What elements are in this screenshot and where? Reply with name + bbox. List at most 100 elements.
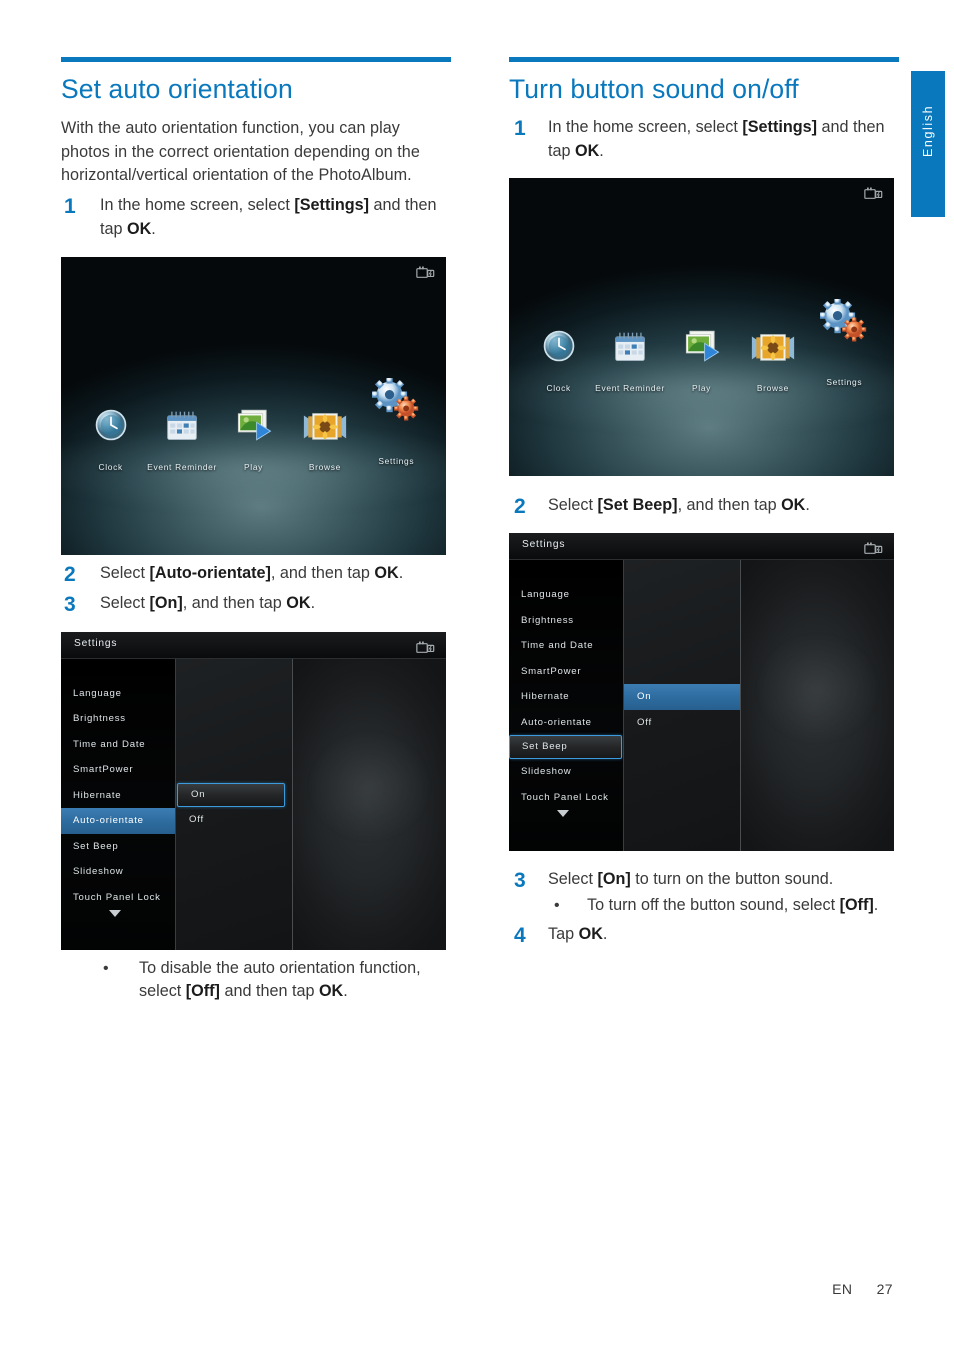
- play-photos-icon: [218, 398, 289, 442]
- step-text: In the home screen, select [Settings] an…: [548, 118, 885, 160]
- home-app-settings[interactable]: Settings: [361, 370, 432, 466]
- option-on[interactable]: On: [177, 782, 285, 807]
- home-app-label: Settings: [378, 456, 415, 467]
- menu-titlebar: [61, 631, 446, 659]
- settings-preview-pane-left: [293, 658, 446, 950]
- menu-item-hibernate[interactable]: Hibernate: [61, 783, 175, 809]
- menu-item-hibernate[interactable]: Hibernate: [509, 684, 623, 710]
- menu-item-smartpower[interactable]: SmartPower: [509, 659, 623, 685]
- gears-icon: [809, 291, 880, 347]
- step-number: 3: [514, 869, 526, 893]
- home-screen-screenshot-right: Clock Event Reminder Play Browse Setting…: [509, 178, 894, 477]
- home-app-label: Browse: [308, 462, 341, 473]
- step-number: 3: [64, 593, 76, 617]
- menu-title: Settings: [522, 539, 566, 551]
- menu-item-brightness[interactable]: Brightness: [61, 706, 175, 732]
- home-app-clock[interactable]: Clock: [523, 319, 594, 393]
- option-off[interactable]: Off: [176, 807, 292, 833]
- menu-item-language[interactable]: Language: [509, 582, 623, 608]
- menu-item-time-and-date[interactable]: Time and Date: [61, 732, 175, 758]
- step-number: 1: [64, 195, 76, 219]
- chevron-down-icon[interactable]: [557, 810, 569, 818]
- home-app-label: Event Reminder: [595, 383, 666, 394]
- home-app-browse[interactable]: Browse: [289, 398, 360, 472]
- step-number: 2: [514, 495, 526, 519]
- step-left-1: 1 In the home screen, select [Settings] …: [61, 194, 451, 241]
- sub-note-right: • To turn off the button sound, select […: [509, 894, 899, 917]
- step-number: 2: [64, 563, 76, 587]
- menu-item-time-and-date[interactable]: Time and Date: [509, 633, 623, 659]
- menu-titlebar: [509, 533, 894, 561]
- note-left: • To disable the auto orientation functi…: [61, 957, 451, 1004]
- clock-icon: [523, 319, 594, 363]
- settings-menu-list-left: Language Brightness Time and Date SmartP…: [61, 658, 176, 950]
- settings-screenshot-right: Settings Language Brightness Time and Da…: [509, 533, 894, 852]
- step-right-2: 2 Select [Set Beep], and then tap OK.: [509, 494, 899, 518]
- language-tab: English: [911, 71, 945, 217]
- settings-preview-pane-right: [741, 560, 894, 852]
- bullet-icon: •: [554, 896, 560, 914]
- step-text: Select [Auto-orientate], and then tap OK…: [100, 564, 404, 583]
- language-tab-label: English: [921, 104, 935, 158]
- home-app-browse[interactable]: Browse: [737, 319, 808, 393]
- chevron-down-icon[interactable]: [109, 910, 121, 918]
- home-app-label: Settings: [826, 377, 863, 388]
- home-app-row: Clock Event Reminder Play Browse Setting…: [509, 297, 894, 393]
- step-left-2: 2 Select [Auto-orientate], and then tap …: [61, 562, 451, 586]
- sub-note-text: To turn off the button sound, select [Of…: [587, 895, 879, 914]
- settings-menu-list-right: Language Brightness Time and Date SmartP…: [509, 560, 624, 852]
- settings-screenshot-left: Settings Language Brightness Time and Da…: [61, 631, 446, 950]
- section-rule-right: [509, 57, 899, 62]
- settings-options-pane-left: On Off: [176, 658, 293, 950]
- home-app-row: Clock Event Reminder Play Browse Setting…: [61, 376, 446, 472]
- sd-card-battery-icon: [864, 542, 883, 555]
- home-app-settings[interactable]: Settings: [809, 291, 880, 387]
- page-title-right: Turn button sound on/off: [509, 74, 799, 104]
- manual-page: English Set auto orientation With the au…: [0, 0, 954, 1351]
- step-left-3: 3 Select [On], and then tap OK.: [61, 592, 451, 616]
- home-app-event-reminder[interactable]: Event Reminder: [146, 398, 217, 472]
- calendar-icon: [594, 319, 665, 363]
- step-number: 4: [514, 924, 526, 948]
- left-column: Set auto orientation With the auto orien…: [61, 0, 451, 1003]
- home-app-play[interactable]: Play: [666, 319, 737, 393]
- home-app-label: Clock: [98, 462, 123, 473]
- home-app-event-reminder[interactable]: Event Reminder: [594, 319, 665, 393]
- menu-item-touch-panel-lock[interactable]: Touch Panel Lock: [61, 885, 175, 911]
- step-text: Select [Set Beep], and then tap OK.: [548, 496, 810, 515]
- menu-item-auto-orientate[interactable]: Auto-orientate: [509, 710, 623, 736]
- sd-card-battery-icon: [864, 187, 883, 200]
- menu-item-brightness[interactable]: Brightness: [509, 608, 623, 634]
- option-off[interactable]: Off: [624, 710, 740, 736]
- menu-item-slideshow[interactable]: Slideshow: [509, 759, 623, 785]
- note-text: To disable the auto orientation function…: [139, 958, 421, 1001]
- menu-item-language[interactable]: Language: [61, 681, 175, 707]
- option-on[interactable]: On: [624, 684, 740, 710]
- step-text: Select [On] to turn on the button sound.: [548, 870, 834, 889]
- menu-item-slideshow[interactable]: Slideshow: [61, 859, 175, 885]
- sd-card-battery-icon: [416, 641, 435, 653]
- page-footer: EN 27: [832, 1281, 893, 1297]
- step-right-3: 3 Select [On] to turn on the button soun…: [509, 868, 899, 892]
- page-title-left: Set auto orientation: [61, 74, 293, 104]
- step-text: Tap OK.: [548, 925, 608, 944]
- home-app-clock[interactable]: Clock: [75, 398, 146, 472]
- home-app-play[interactable]: Play: [218, 398, 289, 472]
- step-text: In the home screen, select [Settings] an…: [100, 196, 437, 238]
- menu-item-touch-panel-lock[interactable]: Touch Panel Lock: [509, 785, 623, 811]
- menu-item-set-beep[interactable]: Set Beep: [509, 735, 622, 760]
- clock-icon: [75, 398, 146, 442]
- home-app-label: Browse: [756, 383, 789, 394]
- step-number: 1: [514, 117, 526, 141]
- menu-item-set-beep[interactable]: Set Beep: [61, 834, 175, 860]
- menu-body: Language Brightness Time and Date SmartP…: [61, 658, 446, 950]
- menu-item-auto-orientate[interactable]: Auto-orientate: [61, 808, 175, 834]
- step-right-4: 4 Tap OK.: [509, 923, 899, 947]
- step-right-1: 1 In the home screen, select [Settings] …: [509, 116, 899, 163]
- browse-photos-icon: [737, 319, 808, 363]
- settings-options-pane-right: On Off: [624, 560, 741, 852]
- home-app-label: Play: [243, 462, 264, 473]
- footer-language-code: EN: [832, 1281, 853, 1297]
- menu-item-smartpower[interactable]: SmartPower: [61, 757, 175, 783]
- browse-photos-icon: [289, 398, 360, 442]
